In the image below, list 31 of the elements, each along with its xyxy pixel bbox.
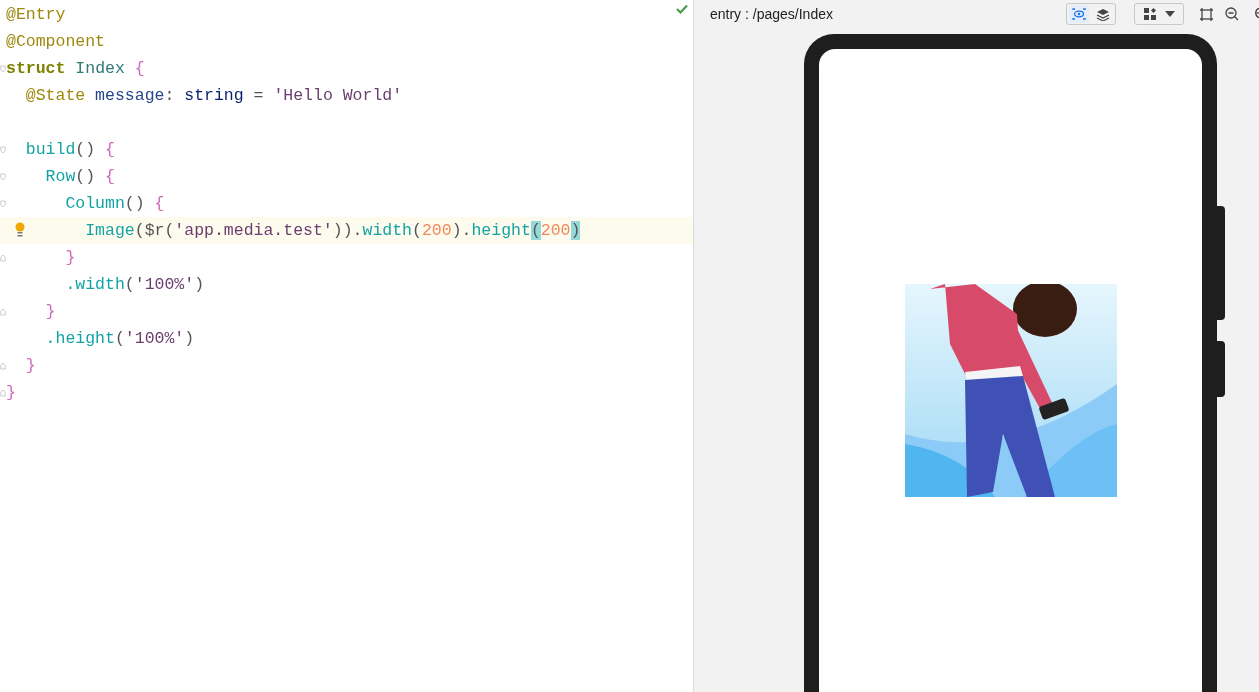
code-line: } <box>24 354 36 377</box>
fold-icon[interactable] <box>0 198 6 209</box>
code-line: struct Index { <box>6 57 145 80</box>
fold-icon[interactable] <box>0 144 6 155</box>
code-line: Image($r('app.media.test')).width(200).height(200) <box>84 219 581 242</box>
code-line: Column() { <box>64 192 165 215</box>
fold-icon[interactable] <box>0 360 6 371</box>
code-line: Row() { <box>44 165 115 188</box>
eye-toggle[interactable] <box>1069 5 1089 23</box>
fold-icon[interactable] <box>0 171 6 182</box>
page-path: entry : /pages/Index <box>710 4 834 24</box>
code-line: @State message: string = 'Hello World' <box>24 84 403 107</box>
code-line: } <box>44 300 56 323</box>
zoom-out-icon[interactable] <box>1225 7 1239 21</box>
lightbulb-icon[interactable] <box>15 221 25 238</box>
fold-icon[interactable] <box>0 63 6 74</box>
code-line: } <box>64 246 76 269</box>
layout-dropdown[interactable] <box>1134 3 1184 25</box>
check-icon <box>676 4 688 14</box>
caret-icon <box>1164 11 1175 17</box>
fold-icon[interactable] <box>0 387 6 398</box>
grid-icon <box>1143 8 1156 20</box>
fold-icon[interactable] <box>0 306 6 317</box>
code-line: build() { <box>24 138 115 161</box>
code-line: .width('100%') <box>64 273 205 296</box>
fold-icon[interactable] <box>0 252 6 263</box>
code-line: @Component <box>6 30 106 53</box>
frame-icon[interactable] <box>1200 7 1213 21</box>
code-line: @Entry <box>6 3 66 26</box>
code-line: .height('100%') <box>44 327 195 350</box>
code-line: } <box>6 381 16 404</box>
